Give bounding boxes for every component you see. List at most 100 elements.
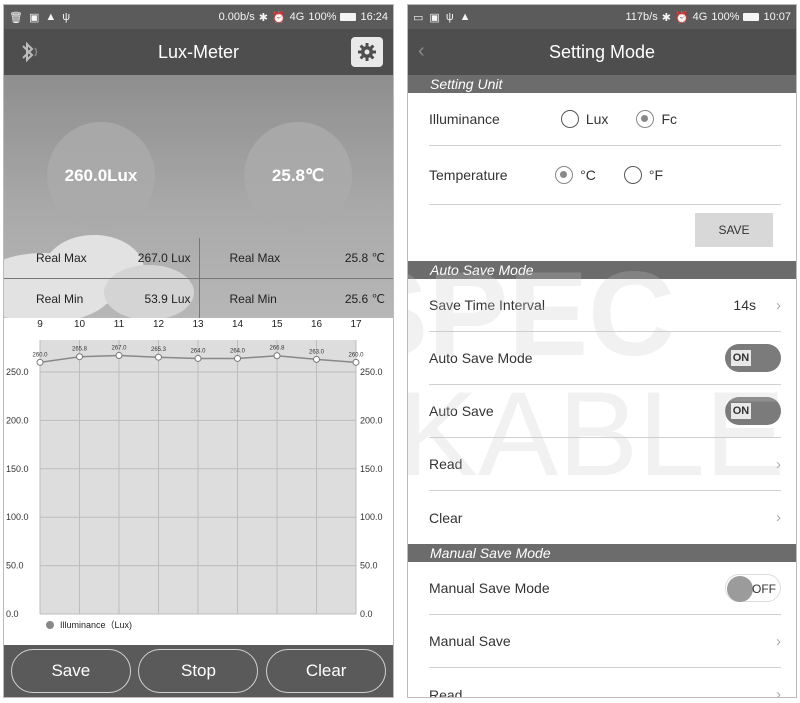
chevron-right-icon: › xyxy=(776,455,781,473)
max-lux-value: 267.0 Lux xyxy=(137,251,191,265)
illuminance-unit-row: Illuminance Lux Fc xyxy=(429,93,781,146)
auto-save-mode-toggle[interactable]: ON xyxy=(725,344,781,372)
back-chevron-icon[interactable]: ‹ xyxy=(418,40,425,63)
setting-unit-header: Setting Unit xyxy=(408,75,796,93)
y-tick-right: 250.0 xyxy=(360,367,383,377)
lux-radio[interactable]: Lux xyxy=(560,110,608,128)
status-right: 0.00b/s ✱ ⏰ 4G 100% 16:24 xyxy=(219,11,388,24)
illuminance-label: Illuminance xyxy=(429,111,500,127)
data-label: 265.8 xyxy=(72,347,88,353)
manual-read-row[interactable]: Read › xyxy=(429,668,781,697)
read-label: Read xyxy=(429,456,463,472)
manual-save-mode-toggle[interactable]: OFF xyxy=(725,574,781,602)
data-point xyxy=(234,354,241,362)
save-interval-row[interactable]: Save Time Interval 14s › xyxy=(429,279,781,332)
min-temp-cell: Real Min 25.6 ℃ xyxy=(198,279,394,318)
legend-marker xyxy=(46,621,54,629)
y-tick-left: 150.0 xyxy=(6,464,29,474)
data-label: 260.0 xyxy=(348,352,364,358)
net-speed: 0.00b/s xyxy=(218,11,255,23)
fahrenheit-option-label: °F xyxy=(648,167,663,183)
bluetooth-icon[interactable] xyxy=(14,38,42,66)
y-tick-left: 0.0 xyxy=(6,609,19,619)
usb-icon: ψ xyxy=(62,11,71,23)
warning-icon: ▲ xyxy=(45,11,57,23)
legend-label: Illuminance（Lux) xyxy=(60,620,132,630)
y-tick-left: 100.0 xyxy=(6,512,29,522)
trash-icon: 🗑 xyxy=(9,11,23,24)
save-interval-label: Save Time Interval xyxy=(429,297,545,313)
manual-save-mode-label: Manual Save Mode xyxy=(429,580,550,596)
manual-save-label: Manual Save xyxy=(429,633,511,649)
usb-icon: ψ xyxy=(445,11,454,23)
clear-label: Clear xyxy=(429,509,463,526)
auto-save-toggle[interactable]: ON xyxy=(725,397,781,425)
radio-selected-icon xyxy=(555,166,574,184)
x-tick-label: 14 xyxy=(232,319,244,330)
x-tick-label: 15 xyxy=(271,319,283,330)
read-row[interactable]: Read › xyxy=(429,438,781,491)
fahrenheit-radio[interactable]: °F xyxy=(623,166,663,184)
min-row: Real Min 53.9 Lux Real Min 25.6 ℃ xyxy=(4,279,393,318)
temperature-label: Temperature xyxy=(429,167,508,183)
x-tick-label: 12 xyxy=(153,319,165,330)
data-label: 260.0 xyxy=(32,352,48,358)
battery-percent: 100% xyxy=(711,11,740,23)
app-bar: Lux-Meter xyxy=(4,29,393,75)
min-lux-cell: Real Min 53.9 Lux xyxy=(4,279,199,318)
data-point xyxy=(313,355,320,363)
manual-save-row[interactable]: Manual Save › xyxy=(429,615,781,668)
app-title: Lux-Meter xyxy=(157,41,240,62)
data-point xyxy=(36,358,44,366)
max-temp-label: Real Max xyxy=(229,251,281,265)
image-icon: ▣ xyxy=(429,11,440,24)
manual-save-mode-row: Manual Save Mode OFF xyxy=(429,562,781,615)
fc-radio[interactable]: Fc xyxy=(636,110,677,128)
min-temp-label: Real Min xyxy=(229,292,277,306)
reading-panel: 260.0Lux 25.8℃ Real Max 267.0 Lux Real M… xyxy=(4,75,393,318)
min-lux-value: 53.9 Lux xyxy=(144,292,191,306)
app-bar: ‹ Setting Mode xyxy=(408,29,796,75)
radio-unselected-icon xyxy=(560,110,579,128)
alarm-icon: ⏰ xyxy=(674,11,689,24)
status-icons: 🗑 ▣ ▲ ψ xyxy=(9,11,70,24)
chevron-right-icon: › xyxy=(776,509,781,526)
stop-button[interactable]: Stop xyxy=(138,649,259,693)
illuminance-chart: 0.0 0.0 50.0 50.0 100.0 100.0 150.0 150.0 200.0 2… xyxy=(4,318,393,638)
chevron-right-icon: › xyxy=(776,296,781,314)
y-tick-right: 200.0 xyxy=(360,415,383,425)
x-tick-label: 10 xyxy=(74,319,86,330)
y-tick-left: 50.0 xyxy=(6,561,24,571)
signal-icon: 4G xyxy=(692,11,708,23)
unit-save-button[interactable]: SAVE xyxy=(695,213,773,247)
settings-button[interactable] xyxy=(351,37,383,67)
max-lux-label: Real Max xyxy=(36,251,87,265)
chevron-right-icon: › xyxy=(776,632,781,650)
celsius-radio[interactable]: °C xyxy=(555,166,596,184)
data-label: 264.0 xyxy=(230,348,246,354)
clock: 10:07 xyxy=(763,11,791,23)
celsius-option-label: °C xyxy=(580,167,596,183)
signal-icon: 4G xyxy=(289,11,305,23)
toggle-state: ON xyxy=(731,350,751,366)
save-button[interactable]: Save xyxy=(10,649,131,693)
x-tick-label: 11 xyxy=(114,319,125,330)
save-interval-value: 14s xyxy=(733,297,756,313)
data-point xyxy=(273,352,281,360)
toggle-state: OFF xyxy=(752,582,776,596)
auto-save-mode-row: Auto Save Mode ON xyxy=(429,332,781,385)
y-tick-right: 50.0 xyxy=(360,561,378,571)
save-interval-value-group: 14s › xyxy=(733,297,781,314)
min-lux-label: Real Min xyxy=(36,292,84,306)
max-temp-value: 25.8 ℃ xyxy=(344,251,385,265)
data-label: 265.3 xyxy=(151,347,167,353)
action-bar: Save Stop Clear xyxy=(4,645,393,697)
status-icons: ▭ ▣ ψ ▲ xyxy=(413,11,471,24)
bluetooth-status-icon: ✱ xyxy=(258,11,268,24)
screen-title: Setting Mode xyxy=(548,41,656,62)
clear-row[interactable]: Clear › xyxy=(429,491,781,544)
max-row: Real Max 267.0 Lux Real Max 25.8 ℃ xyxy=(4,238,393,278)
clear-button[interactable]: Clear xyxy=(266,649,387,693)
y-tick-left: 250.0 xyxy=(6,367,29,377)
data-point xyxy=(194,354,202,362)
